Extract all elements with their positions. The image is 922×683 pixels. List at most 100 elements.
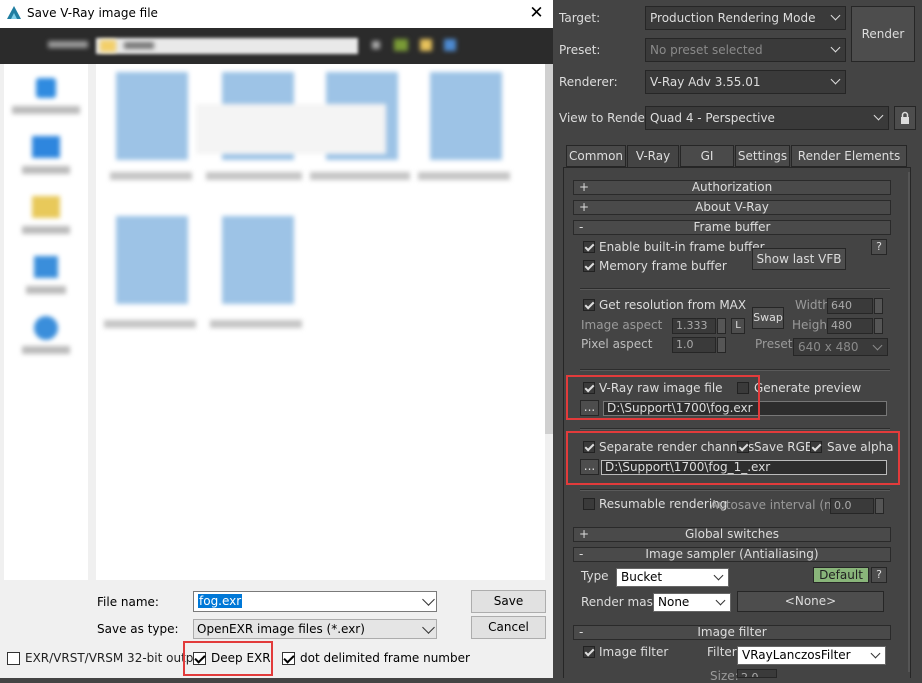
chevron-down-icon[interactable] [422,621,435,634]
target-value: Production Rendering Mode [650,11,816,25]
exr-32bit-checkbox[interactable] [7,652,20,665]
chevron-down-icon[interactable] [870,648,881,659]
view-to-render-dropdown[interactable]: Quad 4 - Perspective [645,106,889,130]
render-mask-value: None [658,595,690,609]
rollout-authorization[interactable]: + Authorization [573,180,891,195]
width-spinner[interactable] [874,298,883,314]
target-label: Target: [559,11,601,25]
collapse-icon: - [579,220,584,234]
view-to-render-value: Quad 4 - Perspective [650,111,775,125]
enable-builtin-fb-checkbox[interactable] [583,241,595,253]
collapse-icon: - [579,625,584,639]
chevron-down-icon[interactable] [873,110,884,121]
pixel-aspect-spinner[interactable] [717,337,726,353]
tab-render-elements[interactable]: Render Elements [791,145,907,167]
chevron-down-icon[interactable] [422,593,435,606]
swap-button[interactable]: Swap [752,307,784,329]
preset-dropdown[interactable]: No preset selected [645,38,846,62]
rollout-title: About V-Ray [695,200,769,214]
file-list[interactable] [96,64,545,580]
rollout-about[interactable]: + About V-Ray [573,200,891,215]
height-label: Height [792,318,832,332]
panel-scrollbar[interactable] [908,172,910,672]
save-as-type-select[interactable]: OpenEXR image files (*.exr) [193,619,437,639]
lock-view-button[interactable] [894,106,916,130]
separator [580,489,890,491]
lock-icon [901,111,909,124]
highlight-box [566,375,760,420]
tab-gi[interactable]: GI [680,145,734,167]
file-thumbnail[interactable] [222,216,294,304]
resumable-checkbox[interactable] [583,498,595,510]
file-thumbnail[interactable] [116,216,188,304]
filter-dropdown[interactable]: VRayLanczosFilter [737,646,886,665]
preset-res-dropdown[interactable]: 640 x 480 [793,338,888,356]
chevron-down-icon[interactable] [830,74,841,85]
rollout-frame-buffer[interactable]: - Frame buffer [573,220,891,235]
render-mask-dropdown[interactable]: None [653,593,731,612]
image-filter-checkbox[interactable] [583,646,595,658]
chevron-down-icon[interactable] [830,42,841,53]
dot-delimited-checkbox[interactable] [282,652,295,665]
image-aspect-field[interactable]: 1.333 [672,318,716,334]
show-last-vfb-button[interactable]: Show last VFB [752,248,846,270]
help-button[interactable]: ? [871,239,887,255]
save-button[interactable]: Save [471,590,546,613]
lock-aspect-button[interactable]: L [731,318,745,334]
sampler-type-dropdown[interactable]: Bucket [616,568,729,587]
renderer-dropdown[interactable]: V-Ray Adv 3.55.01 [645,70,846,94]
render-button[interactable]: Render [851,6,915,62]
chevron-down-icon[interactable] [872,340,883,351]
rollout-global-switches[interactable]: + Global switches [573,527,891,542]
file-name-field[interactable]: fog.exr [193,591,437,612]
collapse-icon: - [579,547,584,561]
filter-value: VRayLanczosFilter [742,648,851,662]
rollout-title: Authorization [691,180,773,194]
image-aspect-spinner[interactable] [717,318,726,334]
sampler-type-label: Type [581,569,609,583]
target-dropdown[interactable]: Production Rendering Mode [645,6,846,30]
file-list-scrollbar[interactable] [545,64,553,434]
height-field[interactable]: 480 [827,318,873,334]
highlight-box [566,431,900,485]
chevron-down-icon[interactable] [713,570,724,581]
address-bar[interactable] [0,28,553,64]
file-thumbnail[interactable] [430,72,502,160]
close-icon[interactable]: ✕ [520,0,553,28]
rollout-title: Image filter [697,625,767,639]
image-aspect-label: Image aspect [581,318,663,332]
rollout-image-sampler[interactable]: - Image sampler (Antialiasing) [573,547,891,562]
width-field[interactable]: 640 [827,298,873,314]
pixel-aspect-field[interactable]: 1.0 [672,337,716,353]
filter-label: Filter [707,645,737,659]
autosave-field[interactable]: 0.0 [830,498,874,514]
filter-size-field[interactable]: 2.0 [737,669,777,678]
tab-settings[interactable]: Settings [735,145,790,167]
get-resolution-checkbox[interactable] [583,299,595,311]
autosave-spinner[interactable] [875,498,884,514]
app-logo-icon [7,6,21,19]
rollout-title: Frame buffer [693,220,771,234]
renderer-value: V-Ray Adv 3.55.01 [650,75,761,89]
height-spinner[interactable] [874,318,883,334]
tab-vray[interactable]: V-Ray [627,145,679,168]
width-label: Width [795,298,830,312]
tab-common[interactable]: Common [566,145,626,167]
default-button[interactable]: Default [813,567,869,583]
cancel-button[interactable]: Cancel [471,616,546,639]
resumable-label: Resumable rendering [599,497,728,511]
renderer-label: Renderer: [559,75,618,89]
preset-value: No preset selected [650,43,763,57]
sampler-help-button[interactable]: ? [871,567,887,583]
file-thumbnail[interactable] [116,72,188,160]
chevron-down-icon[interactable] [830,10,841,21]
render-mask-object-button[interactable]: <None> [737,591,884,612]
rollout-title: Image sampler (Antialiasing) [645,547,819,561]
rollout-image-filter[interactable]: - Image filter [573,625,891,640]
dot-delimited-label: dot delimited frame number [300,651,470,665]
memory-fb-label: Memory frame buffer [599,259,727,273]
image-filter-label: Image filter [599,645,669,659]
chevron-down-icon[interactable] [715,595,726,606]
memory-fb-checkbox[interactable] [583,260,595,272]
navigation-pane[interactable] [4,64,88,580]
